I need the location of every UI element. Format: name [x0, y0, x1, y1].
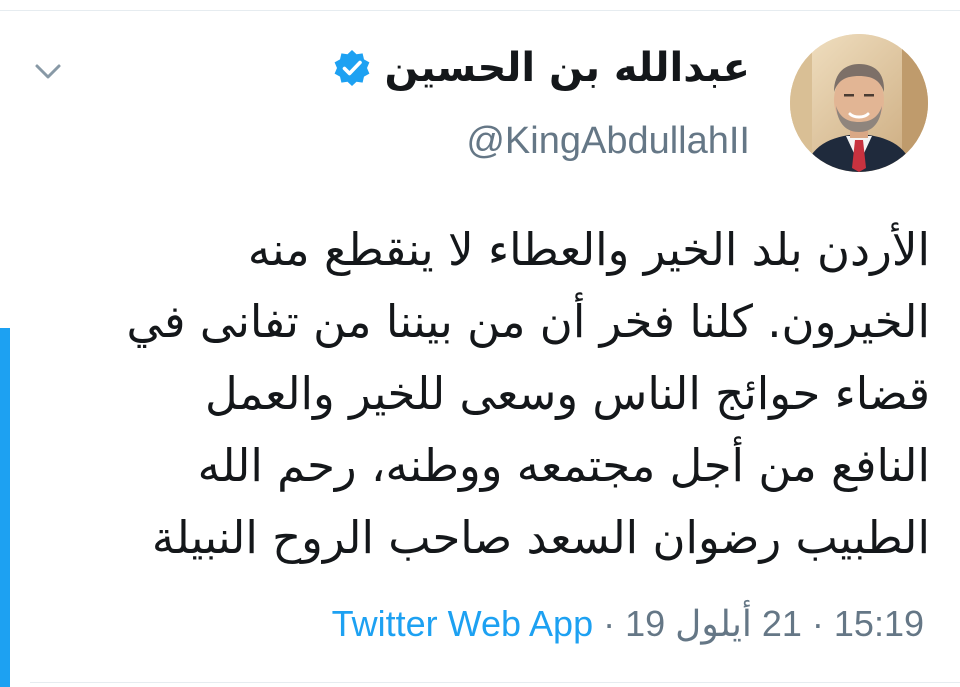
- tweet-options-button[interactable]: [30, 54, 66, 90]
- tweet-author[interactable]: عبدالله بن الحسين: [332, 48, 750, 88]
- tweet-text-line: الأردن بلد الخير والعطاء لا ينقطع منه: [247, 223, 930, 276]
- tweet-metadata: Twitter Web App · 21 أيلول 19 · 15:19: [332, 606, 924, 642]
- tweet-text-line: الطبيب رضوان السعد صاحب الروح النبيلة: [151, 511, 930, 564]
- avatar[interactable]: [790, 34, 928, 172]
- tweet-date[interactable]: 21 أيلول 19: [625, 606, 802, 642]
- top-divider: [0, 10, 960, 11]
- meta-separator: ·: [811, 603, 824, 644]
- bottom-divider: [30, 682, 960, 683]
- author-display-name[interactable]: عبدالله بن الحسين: [384, 48, 750, 88]
- tweet-text-line: الخيرون. كلنا فخر أن من بيننا من تفانى ف…: [126, 295, 930, 348]
- tweet-text: الأردن بلد الخير والعطاء لا ينقطع منه ال…: [36, 214, 930, 574]
- left-accent-bar: [0, 328, 10, 687]
- chevron-down-icon: [35, 64, 61, 79]
- verified-badge-icon: [335, 50, 370, 86]
- author-handle[interactable]: @KingAbdullahII: [466, 122, 750, 160]
- meta-separator: ·: [603, 603, 616, 644]
- tweet-text-line: النافع من أجل مجتمعه ووطنه، رحم الله: [197, 439, 930, 492]
- tweet-page: عبدالله بن الحسين @KingAbdullahII الأردن…: [0, 0, 960, 687]
- tweet-time[interactable]: 15:19: [834, 606, 924, 642]
- avatar-photo: [790, 34, 928, 172]
- tweet-source-link[interactable]: Twitter Web App: [332, 606, 593, 642]
- tweet-text-line: قضاء حوائج الناس وسعى للخير والعمل: [205, 367, 930, 420]
